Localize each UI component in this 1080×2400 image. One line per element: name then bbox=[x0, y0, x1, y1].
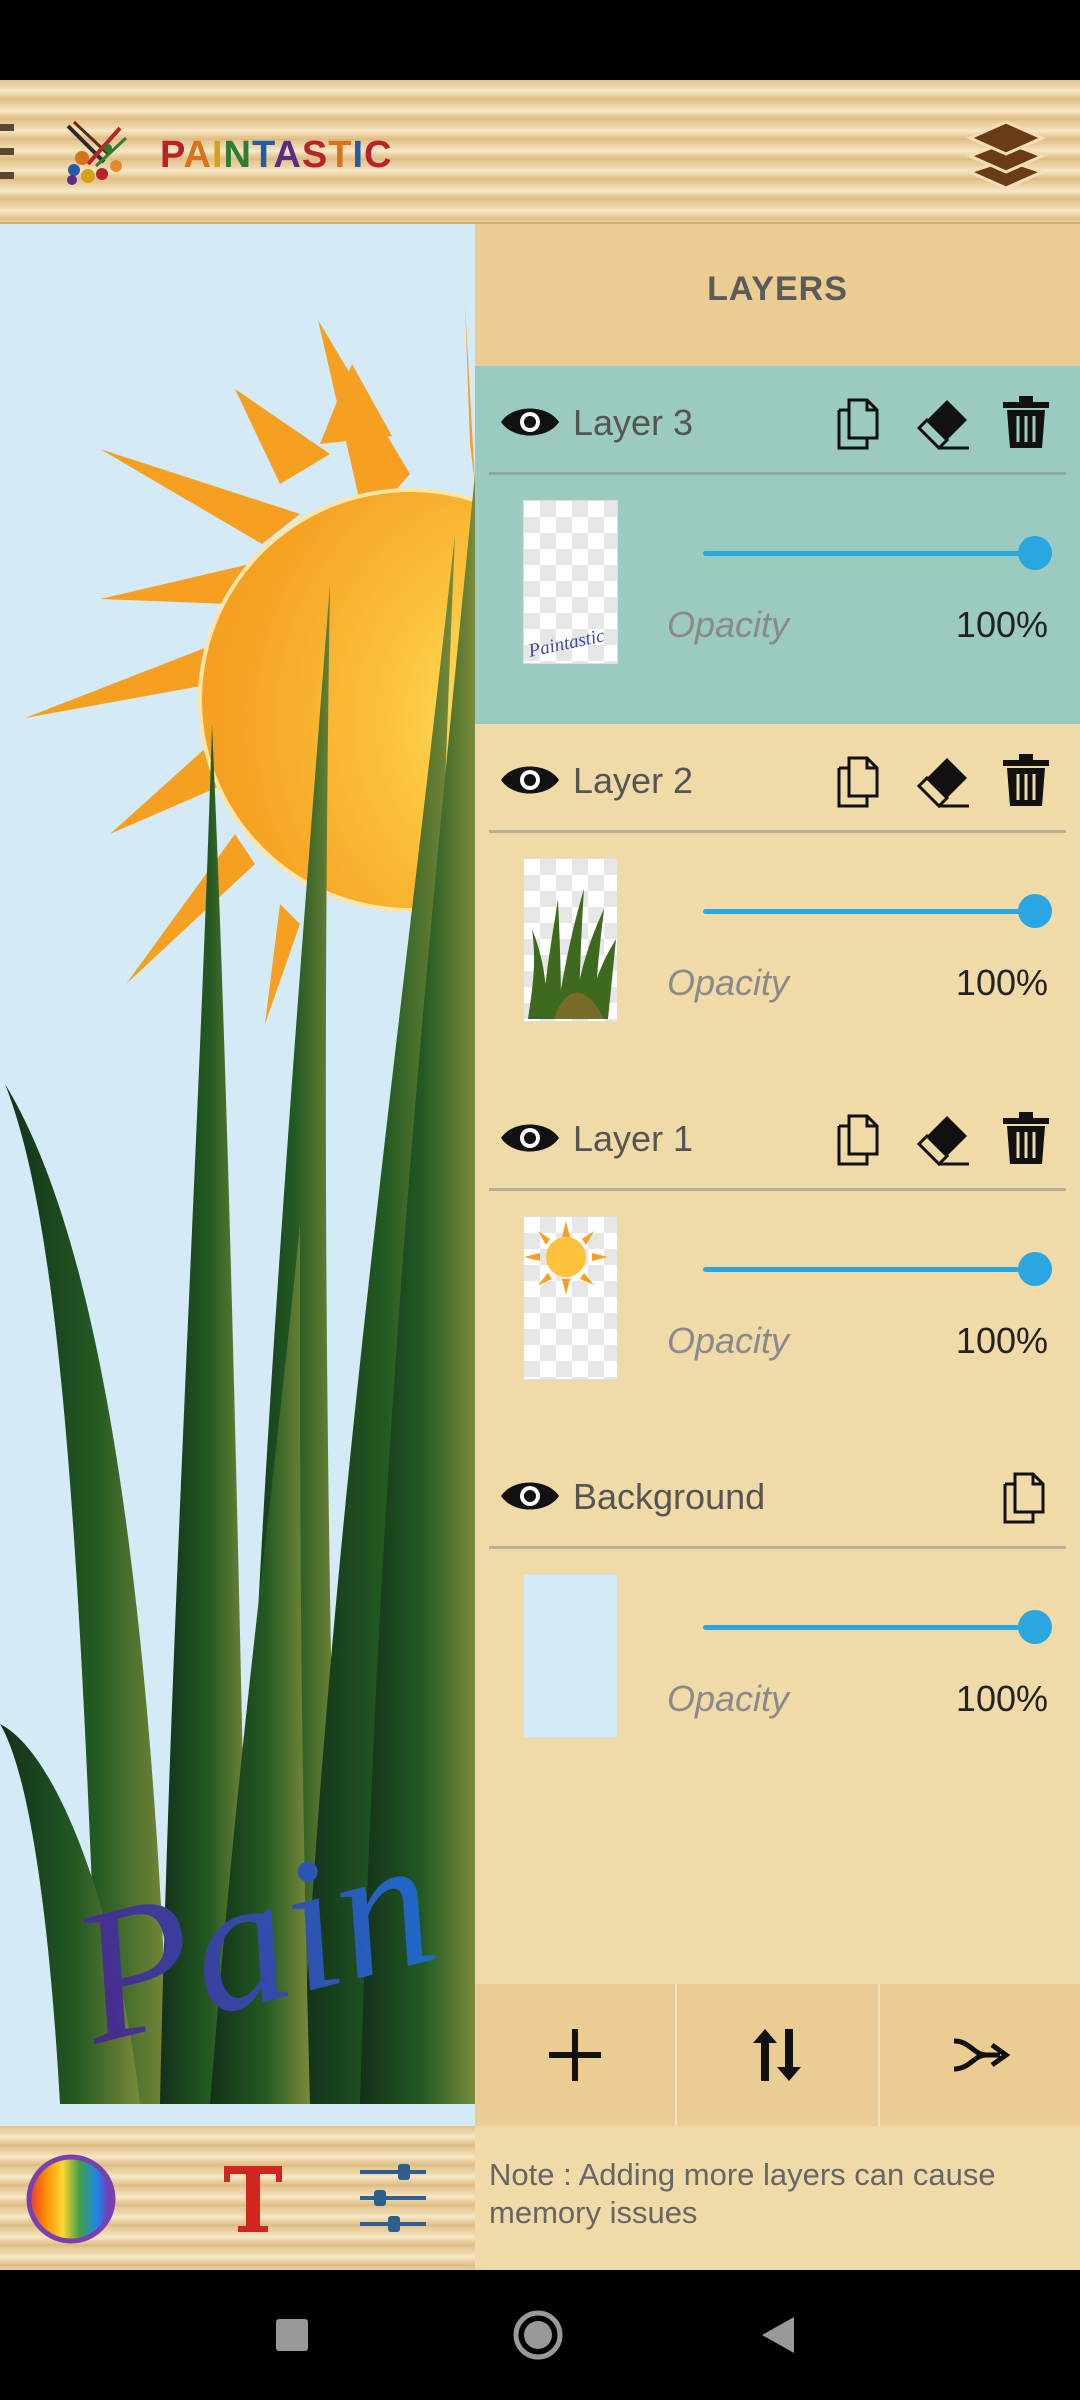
layer-name: Layer 2 bbox=[573, 760, 694, 801]
eraser-icon[interactable] bbox=[916, 394, 971, 451]
opacity-label: Opacity bbox=[667, 962, 790, 1003]
bottom-toolbar bbox=[0, 2126, 475, 2270]
opacity-value: 100% bbox=[955, 1678, 1048, 1719]
app-title-letter: A bbox=[273, 134, 302, 176]
home-icon[interactable] bbox=[478, 2270, 598, 2400]
opacity-value: 100% bbox=[955, 604, 1048, 645]
opacity-slider[interactable] bbox=[703, 894, 1052, 928]
back-icon[interactable] bbox=[718, 2270, 838, 2400]
slider-thumb[interactable] bbox=[1018, 1610, 1052, 1644]
drawing-canvas[interactable]: Pain bbox=[0, 224, 475, 2126]
opacity-slider[interactable] bbox=[703, 1610, 1052, 1644]
swap-vertical-icon bbox=[753, 2029, 802, 2081]
menu-icon[interactable] bbox=[0, 124, 18, 180]
app-title: PAINTASTIC bbox=[160, 130, 392, 180]
layer-thumbnail-text: Paintastic bbox=[526, 625, 607, 662]
layer-thumbnail: Paintastic bbox=[523, 500, 618, 664]
layer-name: Background bbox=[573, 1476, 766, 1517]
recents-icon[interactable] bbox=[232, 2270, 352, 2400]
status-bar bbox=[0, 0, 1080, 80]
layer-divider bbox=[489, 1188, 1066, 1191]
app-title-letter: T bbox=[328, 134, 353, 176]
layer-row-2[interactable]: Layer 2 Opacity 100% bbox=[475, 724, 1080, 1082]
layer-row-background[interactable]: Background Opacity 100% bbox=[475, 1440, 1080, 1798]
layer-name: Layer 3 bbox=[573, 402, 694, 443]
eye-icon[interactable] bbox=[499, 760, 561, 800]
app-title-letter: I bbox=[211, 134, 224, 176]
app-title-letter: P bbox=[160, 134, 184, 176]
app-bar: PAINTASTIC bbox=[0, 80, 1080, 224]
memory-note: Note : Adding more layers can cause memo… bbox=[489, 2157, 996, 2230]
system-nav-bar bbox=[0, 2270, 1080, 2400]
layer-row-3[interactable]: Layer 3 Paintastic Opacity 100% bbox=[475, 366, 1080, 724]
layer-name: Layer 1 bbox=[573, 1118, 694, 1159]
opacity-slider[interactable] bbox=[703, 536, 1052, 570]
opacity-label: Opacity bbox=[667, 1678, 790, 1719]
slider-thumb[interactable] bbox=[1018, 1252, 1052, 1286]
panel-title: LAYERS bbox=[707, 270, 848, 308]
opacity-value: 100% bbox=[955, 962, 1048, 1003]
eraser-icon[interactable] bbox=[916, 1110, 971, 1167]
slider-track bbox=[703, 551, 1035, 556]
text-tool-icon[interactable] bbox=[222, 2164, 284, 2234]
app-title-letter: A bbox=[183, 134, 212, 176]
opacity-label: Opacity bbox=[667, 1320, 790, 1361]
trash-icon[interactable] bbox=[999, 394, 1053, 450]
layer-divider bbox=[489, 1546, 1066, 1549]
layer-divider bbox=[489, 472, 1066, 475]
duplicate-icon[interactable] bbox=[833, 394, 887, 450]
merge-layers-button[interactable] bbox=[877, 1984, 1080, 2126]
slider-track bbox=[703, 1267, 1035, 1272]
panel-actions bbox=[475, 1984, 1080, 2126]
layer-thumbnail bbox=[523, 1216, 618, 1380]
duplicate-icon[interactable] bbox=[833, 1110, 887, 1166]
duplicate-icon[interactable] bbox=[833, 752, 887, 808]
slider-thumb[interactable] bbox=[1018, 536, 1052, 570]
app-title-letter: T bbox=[252, 134, 274, 176]
slider-track bbox=[703, 1625, 1035, 1630]
layers-panel: LAYERS Layer 3 Paintastic Opacity 100% L… bbox=[475, 224, 1080, 2270]
layer-thumbnail bbox=[523, 858, 618, 1022]
trash-icon[interactable] bbox=[999, 1110, 1053, 1166]
layers-stack-icon[interactable] bbox=[965, 116, 1047, 192]
eye-icon[interactable] bbox=[499, 402, 561, 442]
opacity-slider[interactable] bbox=[703, 1252, 1052, 1286]
adjustments-icon[interactable] bbox=[358, 2162, 428, 2234]
merge-arrow-icon bbox=[953, 2038, 1010, 2072]
layer-thumbnail bbox=[523, 1574, 618, 1738]
plus-icon bbox=[549, 2029, 602, 2081]
color-wheel-icon[interactable] bbox=[26, 2154, 116, 2244]
eye-icon[interactable] bbox=[499, 1118, 561, 1158]
layers-panel-header: LAYERS bbox=[475, 224, 1080, 366]
opacity-label: Opacity bbox=[667, 604, 790, 645]
opacity-value: 100% bbox=[955, 1320, 1048, 1361]
eraser-icon[interactable] bbox=[916, 752, 971, 809]
slider-track bbox=[703, 909, 1035, 914]
slider-thumb[interactable] bbox=[1018, 894, 1052, 928]
app-title-letter: I bbox=[352, 134, 364, 176]
add-layer-button[interactable] bbox=[475, 1984, 675, 2126]
reorder-layers-button[interactable] bbox=[675, 1984, 877, 2126]
eye-icon[interactable] bbox=[499, 1476, 561, 1516]
app-title-letter: S bbox=[301, 134, 329, 176]
layer-divider bbox=[489, 830, 1066, 833]
app-title-letter: N bbox=[223, 134, 252, 176]
duplicate-icon[interactable] bbox=[999, 1468, 1053, 1524]
app-title-letter: C bbox=[364, 134, 393, 176]
layer-row-1[interactable]: Layer 1 Opacity 100% bbox=[475, 1082, 1080, 1440]
trash-icon[interactable] bbox=[999, 752, 1053, 808]
paintastic-logo bbox=[60, 118, 132, 188]
